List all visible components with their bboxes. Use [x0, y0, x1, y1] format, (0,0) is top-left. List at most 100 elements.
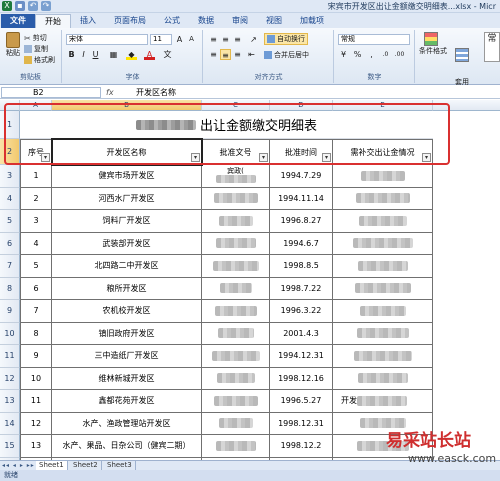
title-cell[interactable]: 出让金额缴交明细表 [20, 111, 433, 139]
filter-dropdown-icon[interactable]: ▾ [422, 153, 431, 162]
cell-date[interactable]: 1998.8.5 [270, 255, 333, 278]
row-header[interactable]: 5 [0, 210, 20, 233]
row-header[interactable]: 14 [0, 412, 20, 435]
cell-payment[interactable] [333, 255, 433, 278]
tab-home[interactable]: 开始 [35, 14, 71, 28]
tab-formulas[interactable]: 公式 [155, 14, 189, 28]
formula-input[interactable]: 开发区名称 [136, 86, 176, 99]
cell-payment[interactable] [333, 345, 433, 368]
cell-no[interactable]: 7 [20, 300, 52, 323]
cell-no[interactable]: 1 [20, 165, 52, 188]
cell-date[interactable]: 1994.7.29 [270, 165, 333, 188]
conditional-format-button[interactable]: 条件格式 [419, 32, 447, 56]
percent-icon[interactable]: % [352, 49, 363, 60]
cell-payment[interactable] [333, 277, 433, 300]
cell-no[interactable]: 4 [20, 232, 52, 255]
cell-date[interactable]: 1998.12.31 [270, 412, 333, 435]
fx-icon[interactable]: fx [106, 86, 114, 99]
col-header-a[interactable]: A [20, 100, 52, 111]
shrink-font-icon[interactable]: A [186, 34, 197, 45]
cell-payment[interactable] [333, 300, 433, 323]
cell-date[interactable]: 1998.12.2 [270, 435, 333, 458]
tab-insert[interactable]: 插入 [71, 14, 105, 28]
cell-date[interactable]: 1994.12.31 [270, 345, 333, 368]
cell-date[interactable]: 1996.3.22 [270, 300, 333, 323]
align-top-icon[interactable]: ≡ [208, 34, 219, 45]
cell-payment[interactable] [333, 210, 433, 233]
cell-no[interactable]: 9 [20, 345, 52, 368]
merge-center-button[interactable]: 合并后居中 [264, 50, 309, 60]
bold-icon[interactable]: B [66, 49, 77, 60]
cell-no[interactable]: 13 [20, 435, 52, 458]
cell-no[interactable]: 5 [20, 255, 52, 278]
copy-button[interactable]: 复制 [24, 44, 48, 54]
number-format-select[interactable]: 常规 [338, 34, 410, 45]
italic-icon[interactable]: I [78, 49, 89, 60]
row-header[interactable]: 3 [0, 165, 20, 188]
cell-approval[interactable] [202, 210, 270, 233]
tab-data[interactable]: 数据 [189, 14, 223, 28]
row-header[interactable]: 4 [0, 187, 20, 210]
row-header[interactable]: 10 [0, 322, 20, 345]
cell-approval[interactable] [202, 390, 270, 413]
cell-name[interactable]: 武装部开发区 [52, 232, 202, 255]
cell-approval[interactable] [202, 322, 270, 345]
row-header[interactable]: 9 [0, 300, 20, 323]
cell-name[interactable]: 健宾市场开发区 [52, 165, 202, 188]
cell-payment[interactable] [333, 165, 433, 188]
format-painter-button[interactable]: 格式刷 [24, 55, 55, 65]
cell-name[interactable]: 北四路二中开发区 [52, 255, 202, 278]
select-all-corner[interactable] [0, 100, 20, 111]
cell-approval[interactable] [202, 435, 270, 458]
cell-name[interactable]: 维林新城开发区 [52, 367, 202, 390]
tab-view[interactable]: 视图 [257, 14, 291, 28]
font-size-select[interactable]: 11 [150, 34, 172, 45]
header-cell-no[interactable]: 序号 ▾ [20, 139, 52, 165]
cell-payment[interactable] [333, 187, 433, 210]
cell-date[interactable]: 1998.7.22 [270, 277, 333, 300]
row-header[interactable]: 7 [0, 255, 20, 278]
align-bottom-icon[interactable]: ≡ [232, 34, 243, 45]
col-header-c[interactable]: C [202, 100, 270, 111]
row-header[interactable]: 12 [0, 367, 20, 390]
header-cell-approval[interactable]: 批准文号 ▾ [202, 139, 270, 165]
cell-payment[interactable] [333, 232, 433, 255]
name-box[interactable]: B2 [1, 87, 101, 98]
cell-name[interactable]: 镇旧政府开发区 [52, 322, 202, 345]
cell-no[interactable]: 10 [20, 367, 52, 390]
row-header[interactable]: 8 [0, 277, 20, 300]
cell-approval[interactable] [202, 412, 270, 435]
tab-addins[interactable]: 加载项 [291, 14, 333, 28]
row-header[interactable]: 6 [0, 232, 20, 255]
align-right-icon[interactable]: ≡ [232, 49, 243, 60]
cell-no[interactable]: 11 [20, 390, 52, 413]
cell-no[interactable]: 3 [20, 210, 52, 233]
cell-styles-button[interactable]: 常 [484, 32, 500, 62]
underline-icon[interactable]: U [90, 49, 101, 60]
cell-no[interactable]: 8 [20, 322, 52, 345]
cell-approval[interactable] [202, 300, 270, 323]
col-header-b[interactable]: B [52, 100, 202, 111]
row-header[interactable]: 15 [0, 435, 20, 458]
cell-name[interactable]: 粮所开发区 [52, 277, 202, 300]
cell-payment[interactable]: 开发 [333, 390, 433, 413]
row-header[interactable]: 11 [0, 345, 20, 368]
col-header-d[interactable]: D [270, 100, 333, 111]
cell-name[interactable]: 河西水厂开发区 [52, 187, 202, 210]
cell-approval[interactable] [202, 255, 270, 278]
increase-decimal-icon[interactable]: .0 [380, 49, 391, 60]
paste-button[interactable]: 粘贴 [3, 32, 23, 58]
cell-payment[interactable] [333, 367, 433, 390]
font-name-select[interactable]: 宋体 [66, 34, 148, 45]
filter-dropdown-icon[interactable]: ▾ [259, 153, 268, 162]
tab-page-layout[interactable]: 页面布局 [105, 14, 155, 28]
cut-button[interactable]: ✂ 剪切 [24, 33, 47, 43]
cell-date[interactable]: 1994.11.14 [270, 187, 333, 210]
grow-font-icon[interactable]: A [174, 34, 185, 45]
cell-approval[interactable] [202, 345, 270, 368]
align-middle-icon[interactable]: ≡ [220, 34, 231, 45]
fill-color-icon[interactable]: ◆ [126, 49, 137, 60]
row-header[interactable]: 13 [0, 390, 20, 413]
filter-dropdown-icon[interactable]: ▾ [41, 153, 50, 162]
row-header-2[interactable]: 2 [0, 139, 20, 165]
